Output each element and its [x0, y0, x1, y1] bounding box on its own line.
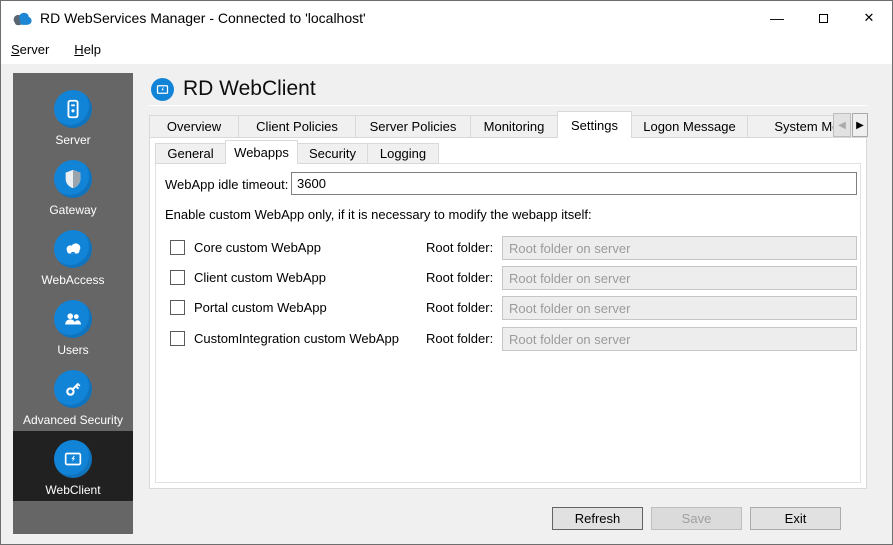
- webapp-row-client: Client custom WebApp Root folder:: [156, 266, 860, 290]
- webapp-row-core: Core custom WebApp Root folder:: [156, 236, 860, 260]
- core-root-folder-input: [502, 236, 857, 260]
- heading-separator: [149, 105, 867, 106]
- save-button: Save: [651, 507, 742, 530]
- sidebar-label: Gateway: [49, 203, 97, 217]
- sidebar-item-users[interactable]: Users: [13, 291, 133, 361]
- client-webapp-checkbox[interactable]: [170, 270, 185, 285]
- tab-overview[interactable]: Overview: [149, 115, 239, 138]
- sidebar-item-gateway[interactable]: Gateway: [13, 151, 133, 221]
- sidebar-label: Advanced Security: [22, 413, 124, 427]
- webapp-row-portal: Portal custom WebApp Root folder:: [156, 296, 860, 320]
- server-icon: [54, 90, 92, 128]
- portal-root-folder-input: [502, 296, 857, 320]
- cloud-icon: [54, 230, 92, 268]
- customintegration-webapp-checkbox[interactable]: [170, 331, 185, 346]
- checkbox-label: CustomIntegration custom WebApp: [194, 331, 399, 346]
- sidebar-item-webaccess[interactable]: WebAccess: [13, 221, 133, 291]
- checkbox-label: Core custom WebApp: [194, 240, 321, 255]
- webclient-monitor-icon: [151, 77, 174, 101]
- window-title: RD WebServices Manager - Connected to 'l…: [40, 10, 366, 26]
- menu-item-server[interactable]: Server: [8, 38, 59, 61]
- sub-tab-strip: General Webapps Security Logging: [155, 140, 439, 164]
- minimize-button[interactable]: —: [754, 1, 800, 35]
- menu-bar: Server Help: [1, 35, 892, 64]
- webapp-row-customintegration: CustomIntegration custom WebApp Root fol…: [156, 327, 860, 351]
- key-icon: [54, 370, 92, 408]
- menu-item-help[interactable]: Help: [71, 38, 111, 61]
- chevron-left-icon: ◀: [838, 119, 846, 131]
- minimize-icon: —: [770, 10, 784, 26]
- portal-webapp-checkbox[interactable]: [170, 300, 185, 315]
- tab-system-messages[interactable]: System Messa: [747, 115, 835, 138]
- title-bar: RD WebServices Manager - Connected to 'l…: [1, 1, 892, 35]
- idle-timeout-input[interactable]: [291, 172, 857, 195]
- app-window: RD WebServices Manager - Connected to 'l…: [0, 0, 893, 545]
- subtab-webapps[interactable]: Webapps: [225, 140, 298, 164]
- close-button[interactable]: ✕: [846, 1, 892, 35]
- sidebar-label: WebClient: [45, 483, 101, 497]
- subtab-general[interactable]: General: [155, 143, 226, 164]
- webapps-panel: WebApp idle timeout: Enable custom WebAp…: [155, 163, 861, 483]
- custom-webapp-note: Enable custom WebApp only, if it is nece…: [165, 207, 592, 222]
- chevron-right-icon: ▶: [856, 119, 864, 131]
- tab-scroll-right-button[interactable]: ▶: [852, 113, 868, 137]
- sidebar-label: Server: [55, 133, 91, 147]
- subtab-security[interactable]: Security: [297, 143, 368, 164]
- root-folder-label: Root folder:: [426, 300, 494, 315]
- page-title: RD WebClient: [183, 77, 316, 100]
- tab-settings[interactable]: Settings: [557, 111, 632, 138]
- checkbox-label: Client custom WebApp: [194, 270, 326, 285]
- refresh-button[interactable]: Refresh: [552, 507, 643, 530]
- checkbox-label: Portal custom WebApp: [194, 300, 327, 315]
- tab-scroll-left-button: ◀: [833, 113, 851, 137]
- sidebar-label: Users: [57, 343, 89, 357]
- sidebar: Server Gateway WebAccess Users Advanced …: [13, 73, 133, 534]
- page-heading: RD WebClient: [151, 77, 316, 101]
- sidebar-item-webclient[interactable]: WebClient: [13, 431, 133, 501]
- exit-button[interactable]: Exit: [750, 507, 841, 530]
- window-controls: — ✕: [754, 1, 892, 35]
- sidebar-item-advanced-security[interactable]: Advanced Security: [13, 361, 133, 431]
- main-tab-strip: Overview Client Policies Server Policies…: [149, 111, 835, 138]
- root-folder-label: Root folder:: [426, 331, 494, 346]
- maximize-button[interactable]: [800, 1, 846, 35]
- root-folder-label: Root folder:: [426, 240, 494, 255]
- monitor-icon: [54, 440, 92, 478]
- tab-server-policies[interactable]: Server Policies: [355, 115, 471, 138]
- core-webapp-checkbox[interactable]: [170, 240, 185, 255]
- customintegration-root-folder-input: [502, 327, 857, 351]
- tab-monitoring[interactable]: Monitoring: [470, 115, 558, 138]
- shield-icon: [54, 160, 92, 198]
- maximize-icon: [818, 13, 828, 23]
- app-cloud-icon: [13, 12, 32, 25]
- sidebar-label: WebAccess: [41, 273, 105, 287]
- client-root-folder-input: [502, 266, 857, 290]
- tab-client-policies[interactable]: Client Policies: [238, 115, 356, 138]
- tab-logon-message[interactable]: Logon Message: [631, 115, 748, 138]
- idle-timeout-label: WebApp idle timeout:: [165, 177, 289, 192]
- sidebar-item-server[interactable]: Server: [13, 81, 133, 151]
- subtab-logging[interactable]: Logging: [367, 143, 439, 164]
- users-icon: [54, 300, 92, 338]
- close-icon: ✕: [863, 10, 875, 25]
- root-folder-label: Root folder:: [426, 270, 494, 285]
